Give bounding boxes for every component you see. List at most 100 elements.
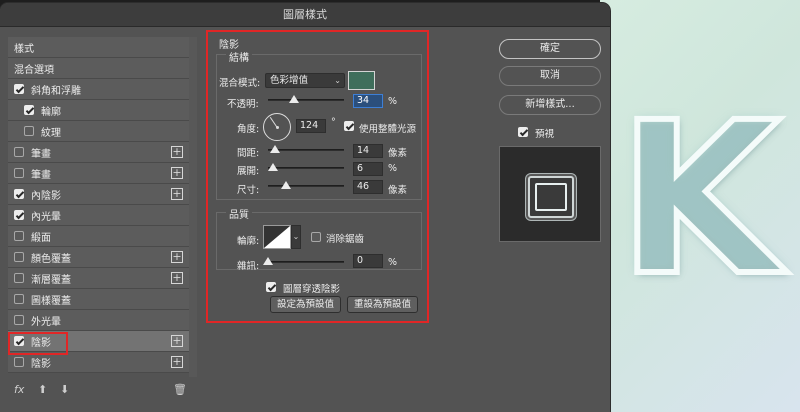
move-up-icon[interactable]: ⬆	[38, 383, 47, 396]
style-checkbox[interactable]	[24, 105, 34, 115]
style-list-item-label: 樣式	[14, 43, 34, 55]
style-list-item[interactable]: 內陰影 +	[8, 184, 189, 205]
style-list-item[interactable]: 內光暈	[8, 205, 189, 226]
add-effect-icon[interactable]: +	[171, 146, 183, 158]
style-checkbox[interactable]	[14, 252, 24, 262]
add-effect-icon[interactable]: +	[171, 167, 183, 179]
noise-input[interactable]: 0	[353, 254, 383, 268]
noise-label: 雜訊:	[237, 261, 260, 272]
style-list-item-label: 內陰影	[31, 190, 61, 202]
style-list-item-label: 陰影	[31, 358, 51, 370]
preview-thumbnail-inner	[535, 183, 567, 211]
style-list-item-label: 筆畫	[31, 169, 51, 181]
angle-unit: °	[331, 117, 336, 128]
opacity-label: 不透明:	[227, 99, 259, 110]
angle-input[interactable]: 124	[296, 119, 326, 133]
knockout-checkbox[interactable]	[266, 282, 276, 292]
size-slider[interactable]	[268, 181, 344, 189]
reset-default-button[interactable]: 重設為預設值	[347, 296, 418, 313]
opacity-slider[interactable]	[268, 95, 344, 103]
blend-mode-select[interactable]: 色彩增值 ⌄	[265, 73, 345, 88]
structure-title: 結構	[226, 49, 252, 64]
canvas-letter-k: K	[615, 77, 784, 322]
style-list-scrollbar[interactable]	[189, 37, 197, 377]
style-list-item[interactable]: 外光暈	[8, 310, 189, 331]
style-checkbox[interactable]	[24, 126, 34, 136]
style-list-item[interactable]: 筆畫 +	[8, 142, 189, 163]
style-list-item-label: 顏色覆蓋	[31, 253, 71, 265]
opacity-slider-knob[interactable]	[288, 95, 299, 103]
style-checkbox[interactable]	[14, 273, 24, 283]
style-checkbox[interactable]	[14, 210, 24, 220]
style-checkbox[interactable]	[14, 84, 24, 94]
spread-slider[interactable]	[268, 163, 344, 171]
style-list-item[interactable]: 陰影 +	[8, 352, 189, 373]
style-list-item[interactable]: 紋理	[8, 121, 189, 142]
style-checkbox[interactable]	[14, 294, 24, 304]
noise-unit: %	[388, 257, 398, 268]
add-effect-icon[interactable]: +	[171, 356, 183, 368]
style-list-item[interactable]: 顏色覆蓋 +	[8, 247, 189, 268]
distance-slider[interactable]	[268, 145, 344, 153]
distance-unit: 像素	[388, 148, 408, 159]
style-checkbox[interactable]	[14, 147, 24, 157]
distance-input[interactable]: 14	[353, 144, 383, 158]
spread-unit: %	[388, 163, 398, 174]
noise-slider-knob[interactable]	[263, 257, 273, 265]
cancel-button[interactable]: 取消	[499, 66, 601, 86]
style-checkbox[interactable]	[14, 231, 24, 241]
style-list-item[interactable]: 樣式	[8, 37, 189, 58]
ok-button[interactable]: 確定	[499, 39, 601, 59]
style-list-item[interactable]: 輪廓	[8, 100, 189, 121]
global-light-checkbox[interactable]	[344, 121, 354, 131]
style-checkbox[interactable]	[14, 315, 24, 325]
style-list-item[interactable]: 漸層覆蓋 +	[8, 268, 189, 289]
style-list-item-label: 輪廓	[41, 106, 61, 118]
preview-checkbox[interactable]	[518, 127, 528, 137]
add-effect-icon[interactable]: +	[171, 251, 183, 263]
style-checkbox[interactable]	[14, 168, 24, 178]
opacity-unit: %	[388, 96, 398, 107]
blend-mode-value: 色彩增值	[270, 75, 309, 86]
style-list-item[interactable]: 筆畫 +	[8, 163, 189, 184]
contour-preview[interactable]	[263, 225, 291, 249]
style-checkbox[interactable]	[14, 189, 24, 199]
style-list-item[interactable]: 混合選項	[8, 58, 189, 79]
make-default-button[interactable]: 設定為預設值	[270, 296, 341, 313]
trash-icon[interactable]: 🗑	[173, 383, 187, 396]
style-preview	[499, 146, 601, 242]
style-list-item-label: 紋理	[41, 127, 61, 139]
anti-alias-checkbox[interactable]	[311, 232, 321, 242]
global-light-label: 使用整體光源	[359, 124, 417, 135]
distance-slider-knob[interactable]	[270, 145, 280, 153]
angle-dial-center	[276, 126, 279, 129]
size-input[interactable]: 46	[353, 180, 383, 194]
style-list-item[interactable]: 圖樣覆蓋	[8, 289, 189, 310]
noise-slider[interactable]	[263, 257, 344, 265]
contour-shape	[264, 226, 290, 248]
style-list-item[interactable]: 緞面	[8, 226, 189, 247]
add-effect-icon[interactable]: +	[171, 272, 183, 284]
preview-label: 預視	[535, 129, 555, 140]
shadow-color-swatch[interactable]	[348, 71, 375, 90]
move-down-icon[interactable]: ⬇	[60, 383, 69, 396]
blend-mode-label: 混合模式:	[219, 78, 261, 89]
size-slider-knob[interactable]	[281, 181, 291, 189]
angle-dial[interactable]	[263, 113, 291, 141]
style-checkbox[interactable]	[14, 357, 24, 367]
chevron-down-icon: ⌄	[334, 76, 341, 85]
spread-input[interactable]: 6	[353, 162, 383, 176]
anti-alias-label: 消除鋸齒	[326, 234, 365, 245]
style-list-item[interactable]: 斜角和浮雕	[8, 79, 189, 100]
opacity-input[interactable]: 34	[353, 94, 383, 108]
fx-icon[interactable]: fx	[14, 383, 24, 396]
style-list-item-label: 內光暈	[31, 211, 61, 223]
spread-slider-knob[interactable]	[268, 163, 278, 171]
add-effect-icon[interactable]: +	[171, 188, 183, 200]
new-style-button[interactable]: 新增樣式...	[499, 95, 601, 115]
contour-dropdown[interactable]: ⌄	[291, 225, 301, 249]
knockout-label: 圖層穿透陰影	[283, 284, 341, 295]
list-bottom-toolbar: fx ⬆ ⬇ 🗑	[8, 383, 189, 399]
contour-label: 輪廓:	[237, 236, 260, 247]
add-effect-icon[interactable]: +	[171, 335, 183, 347]
